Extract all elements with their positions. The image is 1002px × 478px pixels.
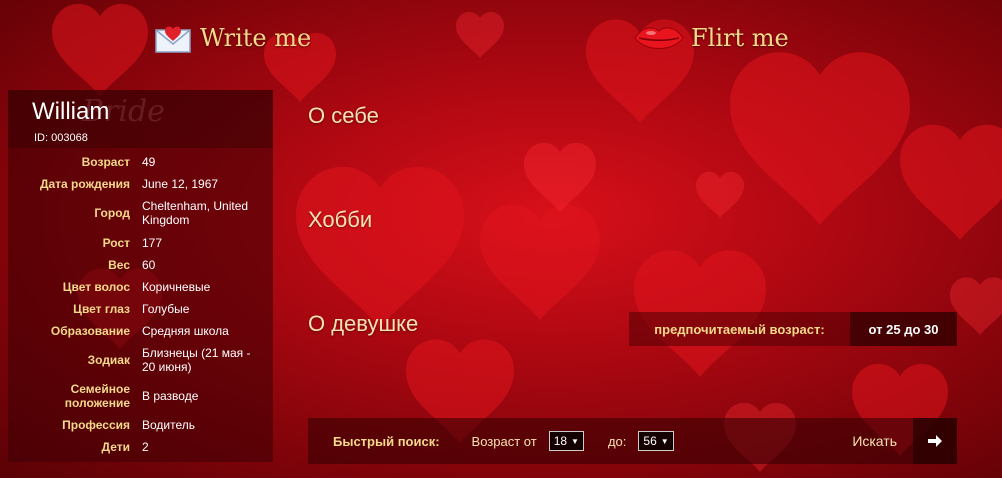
section-hobby: Хобби [308,207,373,232]
info-value: 60 [142,258,156,272]
search-go-button[interactable] [913,418,957,464]
profile-id: ID: 003068 [34,132,88,144]
info-value: 177 [142,235,163,250]
info-value: Водитель [142,418,196,432]
lips-icon [634,27,684,49]
preferred-age-label: предпочитаемый возраст: [654,321,825,337]
info-key: Семейное положение [64,382,130,410]
chevron-down-icon: ▼ [660,436,669,446]
age-to-label: до: [607,433,627,449]
flirt-me-label: Flirt me [691,24,789,52]
info-key: Цвет глаз [73,302,130,316]
preferred-age-value: от 25 до 30 [850,312,957,346]
envelope-heart-icon [155,26,191,53]
quick-search-title: Быстрый поиск: [333,433,440,449]
info-value: 49 [142,154,156,169]
info-key: Дети [101,440,130,454]
write-me-label: Write me [200,24,312,52]
info-key: Город [94,206,130,220]
profile-info-table: Возраст 49 Дата рождения June 12, 1967 Гор… [8,150,273,458]
age-from-select[interactable]: 18 ▼ [548,431,584,451]
info-key: Дата рождения [39,177,130,191]
info-row: Возраст 49 [8,150,273,173]
arrow-right-icon [928,435,942,447]
profile-name: William [32,98,110,125]
info-row: Цвет глаз Голубые [8,298,273,320]
search-link[interactable]: Искать [852,433,897,449]
preferred-age-box: предпочитаемый возраст: от 25 до 30 [629,312,957,346]
info-value: Коричневые [142,280,211,294]
quick-search-bar: Быстрый поиск: Возраст от 18 ▼ до: 56 ▼ … [308,418,957,464]
info-row: Дети 2 [8,436,273,458]
flirt-me-link[interactable]: Flirt me [633,20,789,56]
info-row: Вес 60 [8,254,273,276]
info-key: Рост [102,235,130,250]
info-key: Вес [108,258,130,272]
info-key: Возраст [81,154,130,169]
info-value: June 12, 1967 [142,177,219,191]
section-about: О себе [308,103,379,128]
age-to-value: 56 [643,434,657,448]
info-row: Семейное положение В разводе [8,378,273,414]
info-value: Cheltenham, United Kingdom [142,199,249,227]
info-row: Зодиак Близнецы (21 мая - 20 июня) [8,342,273,378]
write-me-link[interactable]: Write me [154,20,311,56]
info-value: Голубые [142,302,190,316]
info-value: 2 [142,440,149,454]
info-key: Зодиак [87,353,130,367]
profile-panel: Bride William ID: 003068 Возраст 49 Дата … [8,90,273,462]
info-row: Цвет волос Коричневые [8,276,273,298]
section-about-girl: О девушке [308,311,419,336]
chevron-down-icon: ▼ [571,436,579,446]
profile-header: Bride William ID: 003068 [8,90,273,148]
info-key: Профессия [62,418,130,432]
info-row: Дата рождения June 12, 1967 [8,173,273,195]
age-from-value: 18 [553,434,568,448]
info-key: Образование [50,324,130,338]
age-to-select[interactable]: 56 ▼ [638,431,674,451]
info-row: Город Cheltenham, United Kingdom [8,195,273,231]
info-value: Близнецы (21 мая - 20 июня) [142,346,251,374]
info-row: Профессия Водитель [8,414,273,436]
info-value: Средняя школа [142,324,229,338]
info-row: Образование Средняя школа [8,320,273,342]
info-value: В разводе [142,389,199,403]
info-row: Рост 177 [8,231,273,254]
age-from-label: Возраст от [471,433,537,449]
info-key: Цвет волос [62,280,130,294]
